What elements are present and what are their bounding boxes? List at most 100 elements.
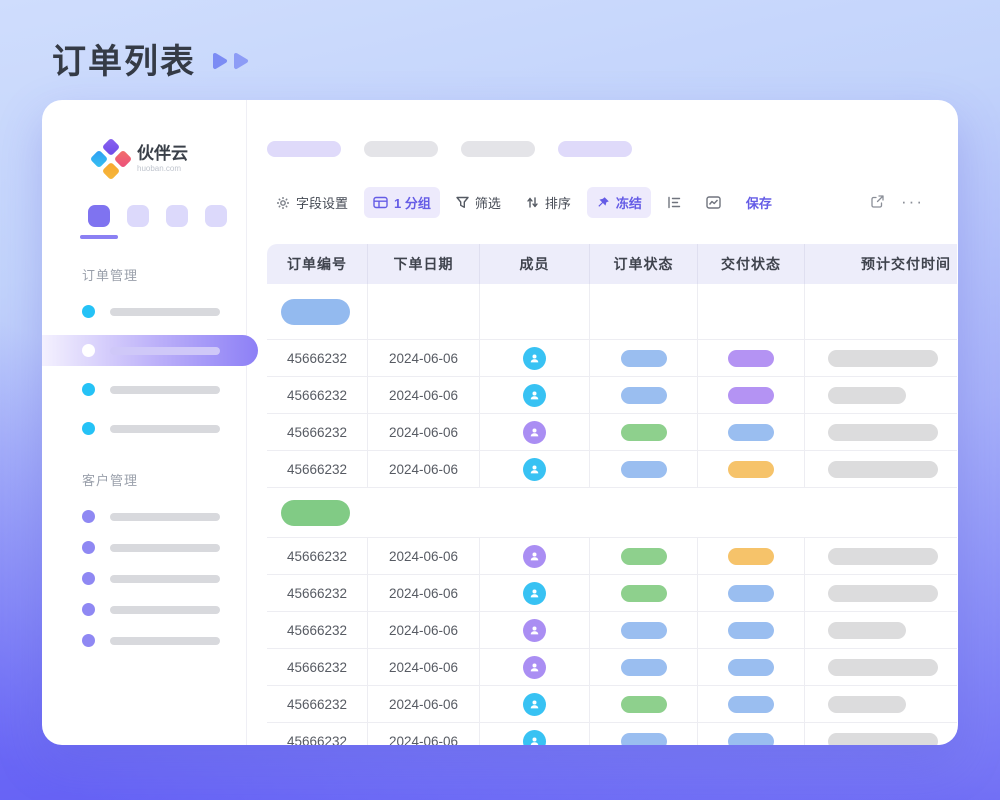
toolbar-filter-button[interactable]: 筛选	[447, 187, 510, 218]
member-avatar[interactable]	[523, 347, 546, 370]
member-cell[interactable]	[480, 575, 590, 612]
member-cell[interactable]	[480, 686, 590, 723]
eta-cell[interactable]	[805, 649, 957, 686]
delivery-status-pill[interactable]	[728, 733, 774, 746]
delivery-status-pill[interactable]	[728, 461, 774, 478]
delivery-status-cell[interactable]	[698, 723, 805, 745]
order-no-cell[interactable]: 45666232	[267, 340, 368, 377]
eta-cell[interactable]	[805, 340, 957, 377]
column-header-2[interactable]: 下单日期	[368, 244, 480, 284]
group-header-cell[interactable]	[267, 284, 368, 340]
sidebar-item-customers-5[interactable]	[42, 625, 246, 656]
workspace-tab-2[interactable]	[127, 205, 149, 227]
workspace-tab-4[interactable]	[205, 205, 227, 227]
view-tab-placeholder-2[interactable]	[364, 141, 438, 157]
delivery-status-cell[interactable]	[698, 538, 805, 575]
delivery-status-cell[interactable]	[698, 686, 805, 723]
order-no-cell[interactable]: 45666232	[267, 538, 368, 575]
view-tab-placeholder-3[interactable]	[461, 141, 535, 157]
group-label-pill[interactable]	[281, 299, 350, 325]
delivery-status-cell[interactable]	[698, 340, 805, 377]
member-avatar[interactable]	[523, 458, 546, 481]
table-row[interactable]: 456662322024-06-06	[267, 340, 957, 377]
delivery-status-pill[interactable]	[728, 424, 774, 441]
order-status-pill[interactable]	[621, 696, 667, 713]
workspace-tab-1[interactable]	[88, 205, 110, 227]
column-header-4[interactable]: 订单状态	[590, 244, 698, 284]
member-cell[interactable]	[480, 649, 590, 686]
delivery-status-pill[interactable]	[728, 585, 774, 602]
toolbar-field-settings-button[interactable]: 字段设置	[267, 187, 357, 218]
toolbar-row-height-button[interactable]	[658, 190, 690, 215]
toolbar-more-button[interactable]: ···	[901, 195, 924, 210]
toolbar-save-button[interactable]: 保存	[737, 187, 781, 218]
order-date-cell[interactable]: 2024-06-06	[368, 340, 480, 377]
order-date-cell[interactable]: 2024-06-06	[368, 723, 480, 745]
eta-cell[interactable]	[805, 538, 957, 575]
order-status-cell[interactable]	[590, 575, 698, 612]
delivery-status-pill[interactable]	[728, 622, 774, 639]
toolbar-chart-button[interactable]	[697, 190, 730, 215]
member-cell[interactable]	[480, 414, 590, 451]
delivery-status-pill[interactable]	[728, 350, 774, 367]
member-avatar[interactable]	[523, 582, 546, 605]
order-status-pill[interactable]	[621, 424, 667, 441]
order-status-pill[interactable]	[621, 733, 667, 746]
table-row[interactable]: 456662322024-06-06	[267, 686, 957, 723]
member-cell[interactable]	[480, 451, 590, 488]
order-status-pill[interactable]	[621, 585, 667, 602]
order-status-cell[interactable]	[590, 451, 698, 488]
workspace-tab-3[interactable]	[166, 205, 188, 227]
sidebar-item-orders-1[interactable]	[42, 296, 246, 327]
table-row[interactable]: 456662322024-06-06	[267, 538, 957, 575]
member-avatar[interactable]	[523, 730, 546, 746]
order-no-cell[interactable]: 45666232	[267, 723, 368, 745]
view-tab-placeholder-4[interactable]	[558, 141, 632, 157]
table-row[interactable]: 456662322024-06-06	[267, 414, 957, 451]
delivery-status-cell[interactable]	[698, 414, 805, 451]
column-header-6[interactable]: 预计交付时间	[805, 244, 957, 284]
table-row[interactable]: 456662322024-06-06	[267, 612, 957, 649]
order-status-pill[interactable]	[621, 461, 667, 478]
member-avatar[interactable]	[523, 545, 546, 568]
member-avatar[interactable]	[523, 384, 546, 407]
member-cell[interactable]	[480, 612, 590, 649]
sidebar-item-customers-4[interactable]	[42, 594, 246, 625]
order-date-cell[interactable]: 2024-06-06	[368, 414, 480, 451]
delivery-status-cell[interactable]	[698, 377, 805, 414]
view-tab-placeholder-1[interactable]	[267, 141, 341, 157]
sidebar-item-orders-2[interactable]	[42, 335, 258, 366]
order-no-cell[interactable]: 45666232	[267, 414, 368, 451]
order-status-pill[interactable]	[621, 350, 667, 367]
delivery-status-pill[interactable]	[728, 548, 774, 565]
member-cell[interactable]	[480, 377, 590, 414]
order-status-pill[interactable]	[621, 387, 667, 404]
member-avatar[interactable]	[523, 619, 546, 642]
order-status-cell[interactable]	[590, 612, 698, 649]
delivery-status-cell[interactable]	[698, 612, 805, 649]
order-date-cell[interactable]: 2024-06-06	[368, 575, 480, 612]
table-row[interactable]: 456662322024-06-06	[267, 451, 957, 488]
column-header-5[interactable]: 交付状态	[698, 244, 805, 284]
sidebar-item-orders-3[interactable]	[42, 374, 246, 405]
delivery-status-pill[interactable]	[728, 387, 774, 404]
member-avatar[interactable]	[523, 421, 546, 444]
column-header-3[interactable]: 成员	[480, 244, 590, 284]
delivery-status-cell[interactable]	[698, 451, 805, 488]
sidebar-item-customers-3[interactable]	[42, 563, 246, 594]
order-date-cell[interactable]: 2024-06-06	[368, 649, 480, 686]
eta-cell[interactable]	[805, 377, 957, 414]
eta-cell[interactable]	[805, 451, 957, 488]
order-no-cell[interactable]: 45666232	[267, 451, 368, 488]
group-label-pill[interactable]	[281, 500, 350, 526]
delivery-status-cell[interactable]	[698, 649, 805, 686]
order-status-cell[interactable]	[590, 414, 698, 451]
table-row[interactable]: 456662322024-06-06	[267, 649, 957, 686]
eta-cell[interactable]	[805, 414, 957, 451]
order-status-pill[interactable]	[621, 548, 667, 565]
group-header-cell[interactable]	[267, 488, 957, 538]
toolbar-freeze-button[interactable]: 冻结	[587, 187, 651, 218]
member-cell[interactable]	[480, 538, 590, 575]
order-no-cell[interactable]: 45666232	[267, 649, 368, 686]
order-date-cell[interactable]: 2024-06-06	[368, 451, 480, 488]
